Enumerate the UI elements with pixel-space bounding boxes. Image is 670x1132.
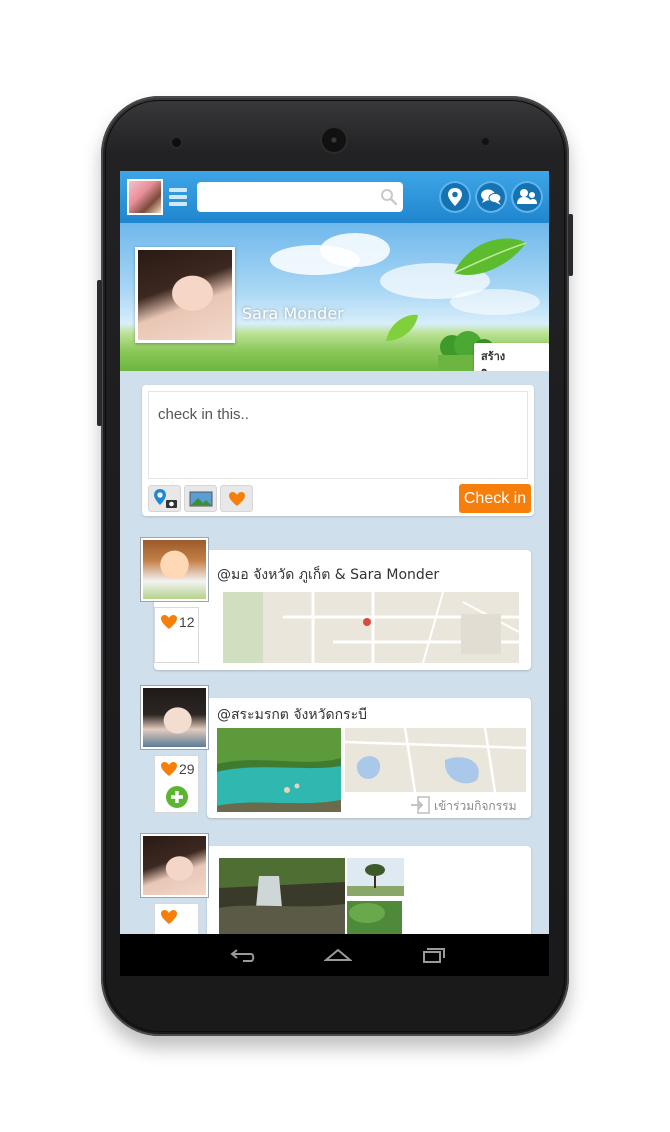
chat-icon: [481, 189, 502, 205]
avatar[interactable]: [140, 685, 209, 750]
like-count: 29: [179, 761, 195, 777]
checkin-location-title[interactable]: @มอ จังหวัด ภูเก็ต & Sara Monder: [217, 564, 439, 586]
add-icon[interactable]: [165, 785, 189, 809]
location-button[interactable]: [439, 181, 471, 213]
front-camera: [172, 138, 181, 147]
join-icon: [411, 796, 430, 814]
photo-icon: [189, 491, 212, 506]
like-count: 12: [179, 614, 195, 630]
search-icon[interactable]: [380, 188, 398, 206]
location-camera-icon: [153, 488, 177, 508]
friends-button[interactable]: [511, 181, 543, 213]
top-bar: [120, 171, 549, 223]
join-activity-link[interactable]: เข้าร่วมกิจกรรม: [434, 797, 517, 816]
photo-button[interactable]: [184, 485, 217, 512]
checkin-composer: check in this.. Check in: [142, 385, 534, 516]
like-box[interactable]: 29: [154, 755, 199, 813]
map-thumbnail[interactable]: [223, 592, 519, 663]
place-photo[interactable]: [219, 858, 345, 938]
profile-photo[interactable]: [135, 247, 235, 343]
map-thumbnail[interactable]: [345, 728, 526, 792]
proximity-sensor: [482, 138, 489, 145]
checkin-text-field[interactable]: check in this..: [148, 391, 528, 479]
chat-button[interactable]: [475, 181, 507, 213]
home-icon[interactable]: [324, 946, 352, 964]
recent-apps-icon[interactable]: [419, 946, 447, 964]
heart-icon: [228, 491, 245, 506]
place-photo[interactable]: [347, 858, 404, 896]
heart-icon: [161, 615, 177, 629]
power-button: [568, 214, 573, 276]
heart-icon: [161, 762, 177, 776]
leaf-decoration: [453, 238, 527, 275]
avatar[interactable]: [127, 179, 163, 215]
avatar[interactable]: [140, 833, 209, 898]
place-photo[interactable]: [217, 728, 341, 812]
app-screen: Sara Monder สร้างกิจกรรม check in this..…: [120, 171, 549, 976]
volume-button: [97, 280, 102, 426]
location-pin-icon: [448, 188, 462, 206]
create-activity-button[interactable]: สร้างกิจกรรม: [474, 343, 549, 371]
heart-button[interactable]: [220, 485, 253, 512]
earpiece-speaker: [322, 128, 346, 152]
checkin-location-title[interactable]: @สระมรกต จังหวัดกระบี: [217, 704, 367, 726]
profile-name: Sara Monder: [242, 304, 344, 323]
system-nav-bar: [120, 934, 549, 976]
cover-banner: Sara Monder สร้างกิจกรรม: [120, 223, 549, 371]
search-input[interactable]: [197, 182, 403, 212]
back-icon[interactable]: [229, 946, 257, 964]
checkin-button[interactable]: Check in: [459, 484, 531, 513]
heart-icon: [161, 910, 177, 924]
avatar[interactable]: [140, 537, 209, 602]
feed-card[interactable]: @มอ จังหวัด ภูเก็ต & Sara Monder: [154, 550, 531, 670]
feed-card[interactable]: @สระมรกต จังหวัดกระบี เข้าร่วมกิจกรรม: [207, 698, 531, 818]
friends-icon: [517, 189, 537, 204]
menu-icon[interactable]: [169, 188, 187, 206]
place-photo[interactable]: [347, 901, 402, 934]
location-camera-button[interactable]: [148, 485, 181, 512]
like-box[interactable]: 12: [154, 607, 199, 663]
leaf-decoration: [386, 314, 418, 341]
